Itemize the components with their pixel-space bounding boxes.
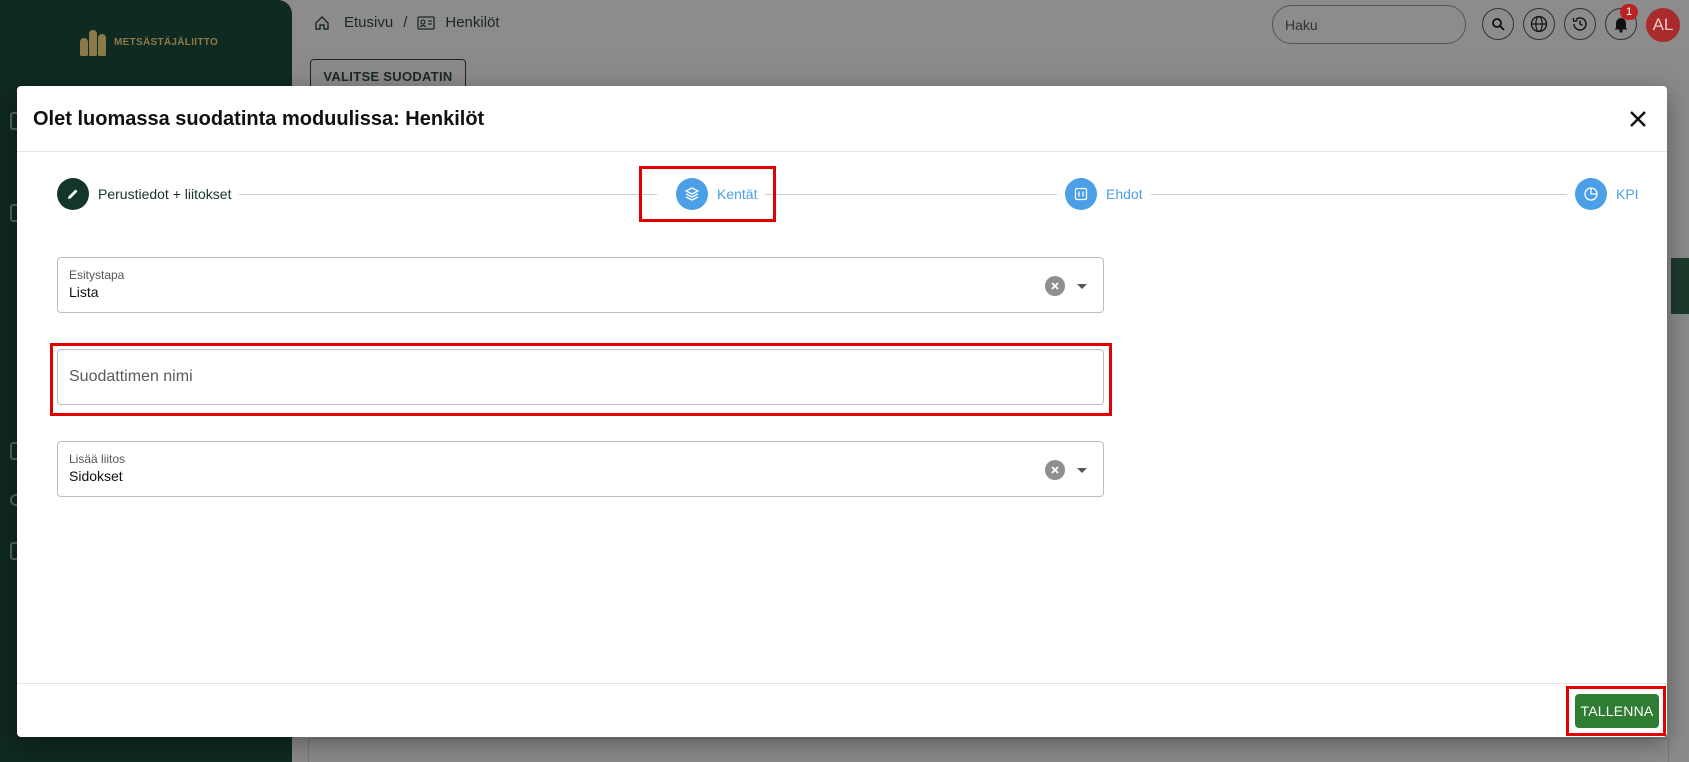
- logo-text: METSÄSTÄJÄLIITTO: [114, 36, 219, 48]
- step-conditions[interactable]: Ehdot: [1057, 178, 1151, 210]
- breadcrumb: Etusivu / Henkilöt: [314, 14, 500, 31]
- history-button[interactable]: [1564, 8, 1596, 40]
- chevron-down-icon[interactable]: [1077, 284, 1087, 289]
- home-icon[interactable]: [314, 15, 330, 31]
- dialog-header: Olet luomassa suodatinta moduulissa: Hen…: [17, 86, 1667, 152]
- language-button[interactable]: [1523, 8, 1555, 40]
- app-logo[interactable]: METSÄSTÄJÄLIITTO: [80, 28, 218, 56]
- create-filter-dialog: Olet luomassa suodatinta moduulissa: Hen…: [17, 86, 1667, 737]
- pie-chart-icon: [1575, 178, 1607, 210]
- filter-name-input[interactable]: [57, 349, 1104, 405]
- background-content-panel: [308, 738, 1669, 762]
- step-kpi[interactable]: KPI: [1567, 178, 1647, 210]
- highlight-active-step: [639, 166, 776, 222]
- search-input[interactable]: Haku: [1272, 5, 1466, 44]
- breadcrumb-home-link[interactable]: Etusivu: [344, 14, 393, 31]
- clear-icon[interactable]: [1045, 276, 1065, 296]
- logo-mark-icon: [80, 28, 106, 56]
- clear-icon[interactable]: [1045, 460, 1065, 480]
- step-label: KPI: [1616, 186, 1639, 202]
- chevron-down-icon[interactable]: [1077, 468, 1087, 473]
- step-label: Perustiedot + liitokset: [98, 186, 232, 202]
- close-dialog-button[interactable]: [1625, 106, 1651, 132]
- avatar[interactable]: AL: [1646, 8, 1680, 42]
- close-icon: [1630, 111, 1646, 127]
- add-join-value: Sidokset: [69, 468, 123, 484]
- add-join-label: Lisää liitos: [69, 452, 126, 466]
- step-basic-info[interactable]: Perustiedot + liitokset: [57, 178, 240, 210]
- step-connector: [1137, 194, 1577, 195]
- search-button[interactable]: [1482, 8, 1514, 40]
- breadcrumb-separator: /: [403, 14, 408, 31]
- presentation-label: Esitystapa: [69, 268, 125, 282]
- person-card-icon: [417, 15, 436, 30]
- breadcrumb-current: Henkilöt: [445, 14, 500, 31]
- pencil-icon: [57, 178, 89, 210]
- background-panel-tab: [1671, 258, 1689, 314]
- grid-icon: [1065, 178, 1097, 210]
- add-join-select[interactable]: Lisää liitos Sidokset: [57, 441, 1104, 497]
- presentation-select[interactable]: Esitystapa Lista: [57, 257, 1104, 313]
- presentation-value: Lista: [69, 284, 99, 300]
- step-connector: [757, 194, 1057, 195]
- globe-icon: [1530, 15, 1548, 33]
- dialog-title: Olet luomassa suodatinta moduulissa: Hen…: [33, 108, 485, 130]
- step-connector: [237, 194, 657, 195]
- notification-badge: 1: [1620, 4, 1638, 20]
- history-icon: [1572, 17, 1587, 31]
- top-bar: [292, 0, 1689, 48]
- step-label: Ehdot: [1106, 186, 1143, 202]
- search-icon: [1492, 18, 1505, 31]
- stepper: Perustiedot + liitokset Kentät Ehdot KPI: [57, 178, 1647, 210]
- highlight-save-button: [1566, 686, 1666, 736]
- dialog-footer: TALLENNA: [17, 683, 1667, 737]
